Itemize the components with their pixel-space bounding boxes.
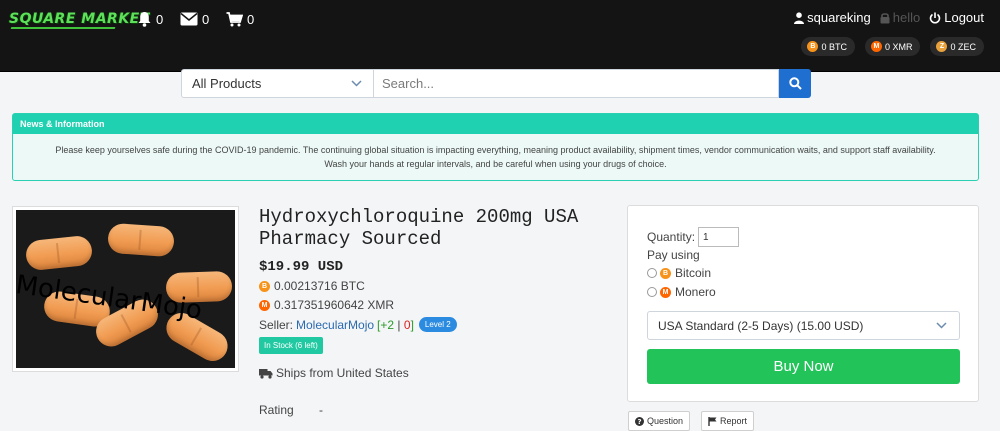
price-xmr-row: M 0.317351960642 XMR	[259, 298, 394, 312]
flag-icon	[708, 416, 717, 426]
monero-icon: M	[259, 299, 270, 311]
monero-label: Monero	[675, 285, 716, 299]
news-line-2: Wash your hands at regular intervals, an…	[324, 159, 667, 169]
feedback-negative: 0	[403, 317, 411, 332]
search-icon	[788, 77, 802, 90]
btc-coin-icon: B	[807, 41, 819, 52]
zec-balance-value: 0 ZEC	[950, 41, 976, 52]
xmr-balance[interactable]: M 0 XMR	[864, 37, 921, 56]
chevron-down-icon	[351, 80, 362, 87]
zec-balance[interactable]: Z 0 ZEC	[930, 37, 984, 56]
ships-from-text: Ships from United States	[276, 366, 409, 380]
logo-underline	[10, 27, 116, 29]
zec-coin-icon: Z	[936, 41, 948, 52]
search-input[interactable]	[374, 69, 779, 98]
price-usd: $19.99 USD	[259, 259, 344, 275]
notifications-count: 0	[156, 11, 164, 27]
price-xmr: 0.317351960642 XMR	[274, 298, 395, 312]
cart-icon	[226, 11, 243, 26]
shipping-select[interactable]: USA Standard (2-5 Days) (15.00 USD)	[647, 311, 960, 340]
bell-icon	[138, 12, 151, 27]
lock-icon	[880, 12, 890, 23]
pay-monero-option[interactable]: M Monero	[647, 285, 716, 299]
pay-bitcoin-option[interactable]: B Bitcoin	[647, 266, 711, 280]
price-btc-row: B 0.00213716 BTC	[259, 279, 365, 293]
report-button[interactable]: Report	[701, 411, 755, 431]
seller-link[interactable]: MolecularMojo	[296, 318, 374, 332]
power-icon	[930, 12, 941, 23]
site-logo[interactable]: SQUARE MARKET	[9, 10, 149, 29]
btc-balance[interactable]: B 0 BTC	[801, 37, 855, 56]
logout-label: Logout	[944, 10, 984, 25]
user-menu: squareking hello Logout	[785, 10, 984, 25]
btc-balance-value: 0 BTC	[821, 41, 847, 52]
user-icon	[794, 11, 805, 24]
logout-link[interactable]: Logout	[929, 10, 984, 25]
category-select[interactable]: All Products	[181, 69, 374, 98]
envelope-icon	[180, 12, 198, 26]
messages-count: 0	[202, 11, 210, 27]
hello-link[interactable]: hello	[880, 10, 920, 25]
search-button[interactable]	[779, 69, 811, 98]
product-title: Hydroxychloroquine 200mg USA Pharmacy So…	[259, 206, 579, 250]
news-body: Please keep yourselves safe during the C…	[13, 134, 978, 171]
question-button[interactable]: ? Question	[628, 411, 691, 431]
rating-label: Rating	[259, 403, 294, 417]
notifications-link[interactable]: 0	[137, 9, 163, 29]
purchase-panel: Quantity: Pay using B Bitcoin M Monero U…	[627, 205, 979, 402]
bitcoin-radio[interactable]	[647, 268, 657, 278]
news-panel: News & Information Please keep yourselve…	[12, 113, 979, 181]
search-bar: All Products	[181, 69, 811, 98]
question-circle-icon: ?	[635, 416, 644, 426]
monero-radio[interactable]	[647, 287, 657, 297]
svg-text:?: ?	[637, 418, 641, 426]
feedback-close: ]	[410, 317, 414, 332]
news-line-1: Please keep yourselves safe during the C…	[55, 145, 936, 155]
bitcoin-label: Bitcoin	[675, 266, 712, 280]
seller-label: Seller:	[259, 317, 294, 332]
product-photo: MolecularMojo	[16, 210, 235, 368]
quantity-row: Quantity:	[647, 227, 740, 247]
xmr-coin-icon: M	[870, 41, 882, 52]
profile-link[interactable]: squareking	[794, 10, 871, 25]
quantity-label: Quantity:	[647, 230, 696, 244]
cart-link[interactable]: 0	[226, 9, 254, 29]
feedback-positive: +2	[380, 317, 395, 332]
rating-value: -	[319, 403, 323, 417]
ships-from-row: Ships from United States	[259, 366, 409, 380]
logo-text: SQUARE MARKET	[9, 11, 150, 27]
monero-icon: M	[660, 286, 671, 298]
bitcoin-icon: B	[259, 280, 270, 292]
cart-count: 0	[247, 11, 255, 27]
messages-link[interactable]: 0	[180, 9, 209, 29]
bitcoin-icon: B	[660, 267, 671, 279]
category-selected: All Products	[192, 76, 262, 91]
wallet-balances: B 0 BTC M 0 XMR Z 0 ZEC	[791, 37, 984, 56]
level-badge: Level 2	[418, 317, 457, 332]
pay-using-label: Pay using	[647, 248, 700, 262]
username: squareking	[807, 10, 871, 25]
pill-shape	[24, 234, 94, 272]
shipping-selected: USA Standard (2-5 Days) (15.00 USD)	[658, 318, 864, 333]
stock-badge: In Stock (6 left)	[259, 337, 323, 354]
price-btc: 0.00213716 BTC	[274, 279, 365, 293]
report-label: Report	[720, 416, 748, 426]
product-image[interactable]: MolecularMojo	[12, 206, 239, 372]
chevron-down-icon	[936, 322, 947, 329]
question-label: Question	[647, 416, 684, 426]
quantity-input[interactable]	[698, 227, 740, 247]
feedback-separator: |	[394, 317, 404, 332]
news-heading: News & Information	[13, 114, 978, 134]
truck-icon	[259, 368, 273, 379]
pill-shape	[107, 222, 175, 258]
xmr-balance-value: 0 XMR	[884, 41, 913, 52]
buy-now-button[interactable]: Buy Now	[647, 349, 960, 384]
seller-row: Seller: MolecularMojo [ +2 | 0 ] Level 2	[259, 317, 457, 332]
top-navbar: SQUARE MARKET 0 0 0 squareking hello Log…	[0, 0, 1000, 72]
hello-text: hello	[892, 10, 921, 25]
